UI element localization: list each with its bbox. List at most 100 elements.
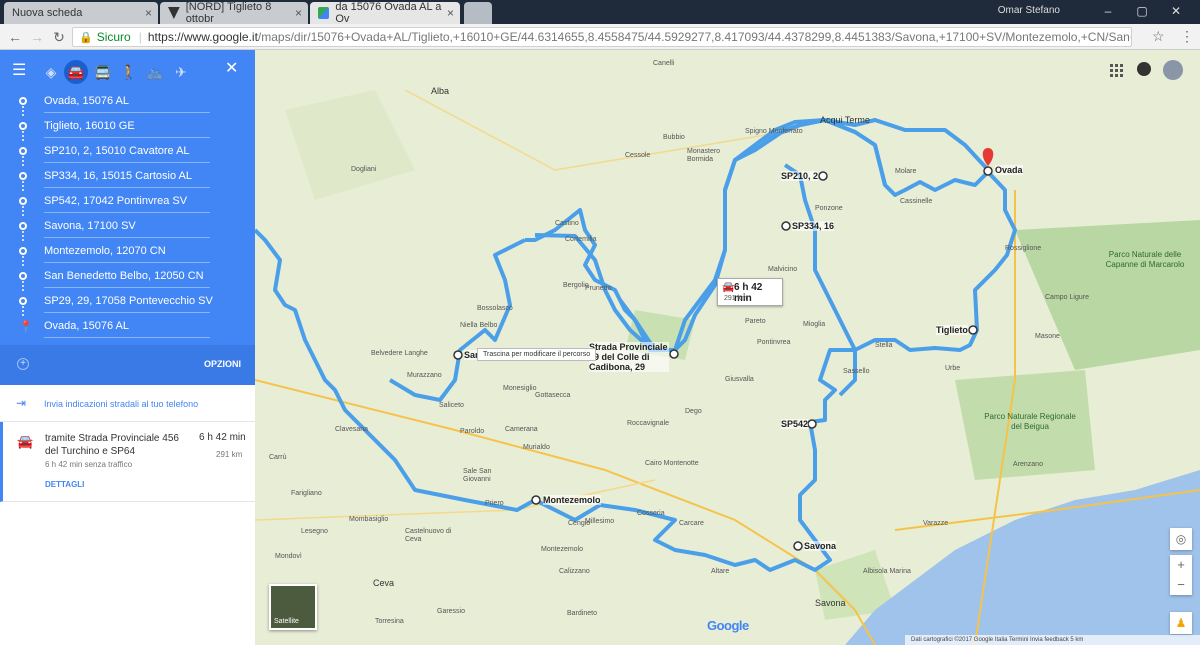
route-time-box[interactable]: 🚘 6 h 42 min 291 km [717, 278, 783, 306]
waypoint-row[interactable]: SP334, 16, 15015 Cartosio AL [0, 165, 255, 191]
waypoint-label-montezemolo: Montezemolo [543, 495, 601, 505]
place-label: Savona [815, 598, 846, 608]
minimize-icon[interactable]: – [1098, 4, 1118, 18]
bike-mode-icon[interactable]: 🚲 [142, 60, 168, 84]
place-label: Carrù [269, 454, 287, 461]
waypoint-label[interactable]: Tiglieto, 16010 GE [44, 120, 135, 132]
route-distance: 291 km [216, 450, 243, 459]
send-to-phone-row[interactable]: ⇥ Invia indicazioni stradali al tuo tele… [0, 390, 255, 422]
waypoint-row[interactable]: Montezemolo, 12070 CN [0, 240, 255, 266]
profile-name[interactable]: Omar Stefano [998, 5, 1060, 16]
flight-mode-icon[interactable]: ✈ [168, 60, 194, 84]
place-label: Lesegno [301, 528, 328, 535]
place-label: Murazzano [407, 372, 442, 379]
waypoint-row[interactable]: SP210, 2, 15010 Cavatore AL [0, 140, 255, 166]
maximize-icon[interactable]: ▢ [1132, 4, 1152, 18]
apps-grid-icon[interactable] [1110, 64, 1124, 78]
satellite-layer-toggle[interactable]: Satellite [269, 584, 317, 630]
new-tab-button[interactable] [464, 2, 492, 24]
place-label: Monesiglio [503, 385, 537, 392]
waypoint-label-sp542: SP542 [781, 419, 809, 429]
options-button[interactable]: OPZIONI [204, 359, 241, 369]
field-underline [44, 162, 210, 163]
place-label: Pareto [745, 318, 766, 325]
waypoint-row[interactable]: San Benedetto Belbo, 12050 CN [0, 265, 255, 291]
waypoint-row[interactable]: SP542, 17042 Pontinvrea SV [0, 190, 255, 216]
avatar[interactable] [1163, 60, 1183, 80]
back-icon[interactable]: ← [6, 28, 24, 46]
waypoint-marker-sp542 [807, 419, 817, 429]
place-label: Castelnuovo di Ceva [405, 528, 452, 543]
place-label: Niella Belbo [460, 322, 498, 329]
waypoint-dot-icon [19, 247, 27, 255]
destination-pin-icon: 📍 [19, 321, 33, 333]
place-label: Cassinelle [900, 198, 933, 205]
place-label: Camerana [505, 426, 538, 433]
zoom-control: + − [1170, 555, 1192, 595]
details-button[interactable]: DETTAGLI [45, 480, 84, 489]
waypoint-row[interactable]: Ovada, 15076 AL [0, 90, 255, 116]
waypoint-label[interactable]: SP334, 16, 15015 Cartosio AL [44, 170, 192, 182]
zoom-in-button[interactable]: + [1170, 555, 1192, 575]
walk-mode-icon[interactable]: 🚶 [116, 60, 142, 84]
tab-new-tab[interactable]: Nuova scheda × [4, 2, 158, 24]
waypoint-label[interactable]: SP210, 2, 15010 Cavatore AL [44, 145, 190, 157]
bookmark-star-icon[interactable]: ☆ [1152, 28, 1165, 45]
waypoint-label[interactable]: Savona, 17100 SV [44, 220, 136, 232]
waypoint-row[interactable]: SP29, 29, 17058 Pontevecchio SV [0, 290, 255, 316]
field-underline [44, 137, 210, 138]
waypoint-label[interactable]: SP29, 29, 17058 Pontevecchio SV [44, 295, 213, 307]
place-label: Malvicino [768, 266, 798, 273]
place-label: Cessole [625, 152, 651, 159]
satellite-label: Satellite [274, 618, 299, 625]
forward-icon[interactable]: → [28, 28, 46, 46]
car-mode-icon[interactable]: 🚘 [64, 60, 88, 84]
lock-icon: 🔒 [79, 31, 93, 44]
waypoint-marker-san-benedetto [453, 350, 463, 360]
route-time: 6 h 42 min [199, 432, 246, 443]
place-label: Mioglia [803, 321, 826, 328]
best-route-icon[interactable]: ◈ [38, 60, 64, 84]
waypoint-dot-icon [19, 97, 27, 105]
waypoint-dot-icon [19, 222, 27, 230]
waypoint-label[interactable]: Ovada, 15076 AL [44, 95, 129, 107]
zoom-out-button[interactable]: − [1170, 575, 1192, 595]
waypoint-row[interactable]: Tiglieto, 16010 GE [0, 115, 255, 141]
route-option[interactable]: 🚘 tramite Strada Provinciale 456 del Tur… [0, 422, 255, 502]
close-icon[interactable]: × [145, 6, 152, 20]
close-window-icon[interactable]: ✕ [1166, 4, 1186, 18]
map-graphics [255, 50, 1200, 645]
tab-nord-tiglieto[interactable]: [NORD] Tiglieto 8 ottobr × [160, 1, 308, 25]
site-icon [168, 7, 180, 19]
waypoint-label[interactable]: Ovada, 15076 AL [44, 320, 129, 332]
send-to-phone-link[interactable]: Invia indicazioni stradali al tuo telefo… [44, 399, 198, 409]
waypoint-dot-icon [19, 122, 27, 130]
place-label: Murialdo [523, 444, 550, 451]
close-icon[interactable]: × [447, 6, 454, 20]
waypoint-row[interactable]: Savona, 17100 SV [0, 215, 255, 241]
close-icon[interactable]: × [295, 6, 302, 20]
place-label: Albisola Marina [863, 568, 911, 575]
my-location-icon[interactable]: ◎ [1170, 528, 1192, 550]
place-label: Roccavignale [627, 420, 670, 427]
add-destination-row[interactable]: + OPZIONI [0, 345, 255, 385]
notifications-icon[interactable] [1137, 62, 1151, 76]
park-label: Parco Naturale Regionale del Beigua [984, 412, 1076, 431]
waypoint-row[interactable]: 📍 Ovada, 15076 AL [0, 315, 255, 340]
travel-modes: ◈ 🚘 🚍 🚶 🚲 ✈ [0, 58, 255, 86]
drag-route-tooltip: Trascina per modificare il percorso [477, 348, 597, 361]
reload-icon[interactable]: ↻ [50, 28, 68, 46]
menu-dots-icon[interactable]: ⋮ [1180, 28, 1194, 45]
waypoint-label[interactable]: San Benedetto Belbo, 12050 CN [44, 270, 204, 282]
field-underline [44, 287, 210, 288]
transit-mode-icon[interactable]: 🚍 [90, 60, 116, 84]
add-destination-icon[interactable]: + [17, 358, 29, 370]
close-directions-icon[interactable]: ✕ [225, 58, 238, 78]
place-label: Belvedere Langhe [371, 350, 428, 357]
waypoint-label[interactable]: SP542, 17042 Pontinvrea SV [44, 195, 187, 207]
address-bar[interactable]: 🔒 Sicuro | https://www.google.it /maps/d… [72, 27, 1132, 47]
tab-google-maps[interactable]: da 15076 Ovada AL a Ov × [310, 1, 460, 25]
street-view-pegman-icon[interactable]: ♟ [1170, 612, 1192, 634]
waypoint-label[interactable]: Montezemolo, 12070 CN [44, 245, 166, 257]
map-canvas[interactable]: Ovada Tiglieto SP210, 2 SP334, 16 SP542 … [255, 50, 1200, 645]
